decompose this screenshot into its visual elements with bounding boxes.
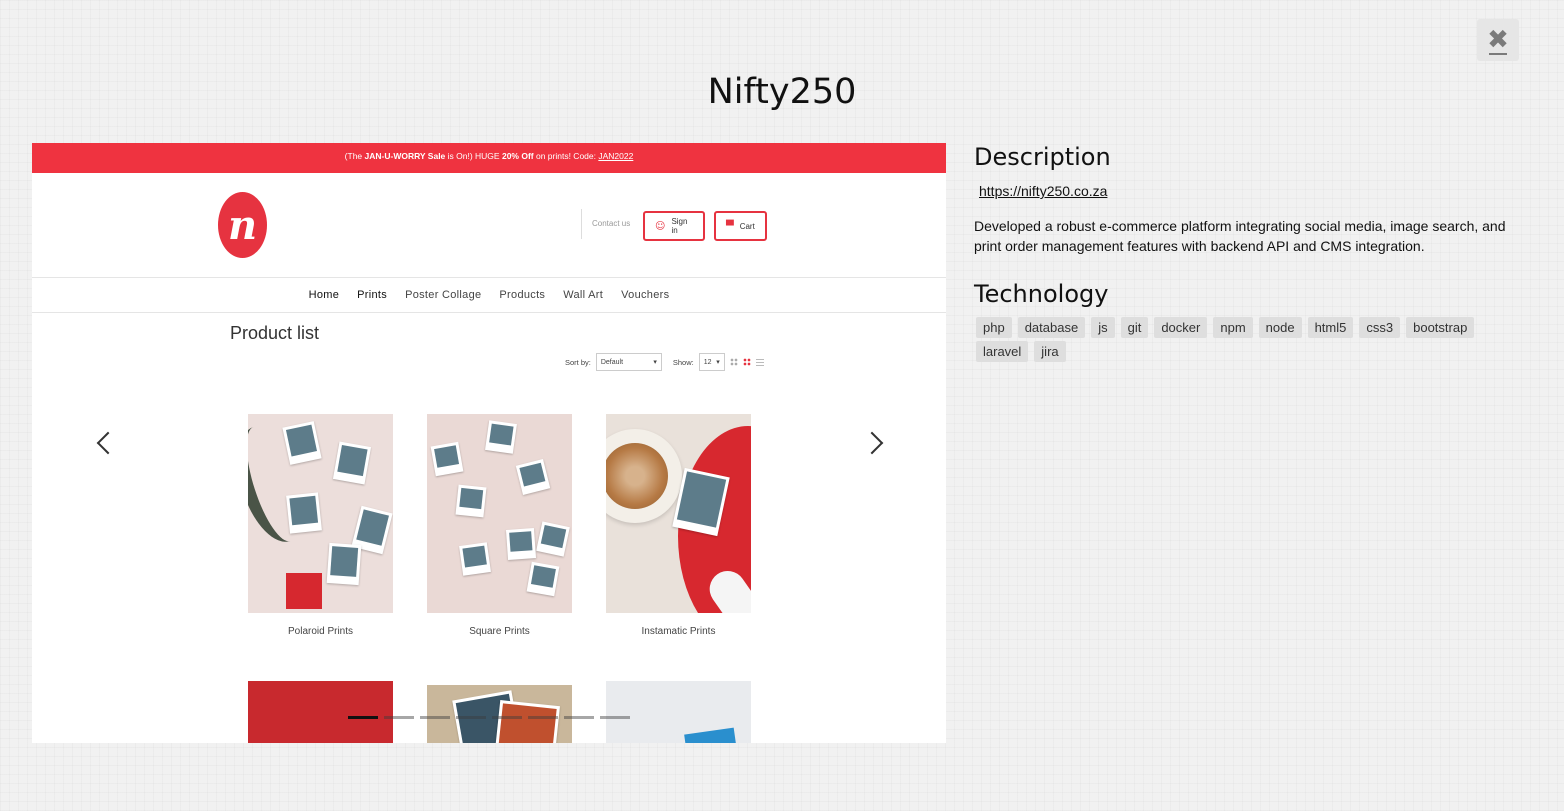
carousel-indicator[interactable] <box>384 716 414 719</box>
photo <box>332 441 372 485</box>
photo <box>282 421 322 465</box>
cart-icon: ▀ <box>726 220 734 232</box>
site-nav: Home Prints Poster Collage Products Wall… <box>32 278 946 313</box>
photo <box>326 542 362 586</box>
modal-title: Nifty250 <box>707 72 857 112</box>
photo <box>515 459 551 495</box>
tech-tag: node <box>1258 317 1302 338</box>
carousel-indicator[interactable] <box>528 716 558 719</box>
carousel-indicator[interactable] <box>348 716 378 719</box>
photo <box>455 484 487 518</box>
product-image <box>248 681 393 743</box>
carousel-prev-button[interactable] <box>92 430 116 456</box>
photo <box>459 542 491 576</box>
description-heading: Description <box>974 143 1111 171</box>
photo <box>536 521 570 557</box>
product-name: Instamatic Prints <box>641 626 716 637</box>
carousel-indicator[interactable] <box>456 716 486 719</box>
show-value: 12 <box>703 358 712 366</box>
nav-item: Vouchers <box>621 289 670 301</box>
red-box <box>286 573 322 609</box>
product-card <box>427 685 572 743</box>
project-info: Description https://nifty250.co.za Devel… <box>974 143 1534 362</box>
cart-label: Cart <box>739 221 755 231</box>
chevron-down-icon: ▾ <box>716 359 720 366</box>
product-list-heading: Product list <box>230 323 320 343</box>
product-image <box>606 414 751 613</box>
photo <box>430 441 464 477</box>
sort-label: Sort by: <box>565 357 591 367</box>
nav-item: Prints <box>357 289 388 301</box>
user-icon: ☺ <box>655 220 666 232</box>
product-card: Polaroid Prints <box>248 414 393 637</box>
tech-tag: git <box>1120 317 1149 338</box>
tech-tag: css3 <box>1359 317 1401 338</box>
carousel-indicators <box>348 716 630 719</box>
project-carousel[interactable]: (The JAN-U-WORRY Sale is On!) HUGE 20% O… <box>32 143 946 743</box>
product-card: Square Prints <box>427 414 572 637</box>
list-view-icon <box>755 358 764 366</box>
tech-tag: html5 <box>1307 317 1354 338</box>
promo-code: JAN2022 <box>598 151 634 161</box>
cart-button: ▀ Cart <box>714 211 767 241</box>
show-label: Show: <box>672 357 694 367</box>
carousel-indicator[interactable] <box>492 716 522 719</box>
close-icon: ✖ <box>1487 25 1509 55</box>
product-name: Square Prints <box>469 626 530 637</box>
product-card <box>248 681 393 743</box>
site-header: n Contact us ☺ Sign in ▀ Cart <box>32 173 946 278</box>
signin-label: Sign in <box>671 217 688 235</box>
close-button[interactable]: ✖ <box>1477 19 1519 61</box>
contact-link: Contact us <box>581 209 630 239</box>
product-image <box>427 414 572 613</box>
promo-text: on prints! Code: <box>533 151 599 161</box>
promo-discount: 20% Off <box>501 151 534 161</box>
technology-heading: Technology <box>974 280 1109 308</box>
sort-value: Default <box>600 358 624 366</box>
technology-tags: php database js git docker npm node html… <box>974 317 1494 362</box>
photo <box>485 420 517 454</box>
tech-tag: laravel <box>976 341 1029 362</box>
tech-tag: npm <box>1213 317 1253 338</box>
promo-text: is On!) HUGE <box>445 151 502 161</box>
photo <box>526 561 560 597</box>
carousel-indicator[interactable] <box>564 716 594 719</box>
promo-sale-name: JAN-U-WORRY Sale <box>364 151 446 161</box>
nav-item: Home <box>308 289 340 301</box>
carousel-indicator[interactable] <box>600 716 630 719</box>
signin-button: ☺ Sign in <box>643 211 705 241</box>
product-image <box>606 681 751 743</box>
nav-item: Products <box>499 289 546 301</box>
project-link[interactable]: https://nifty250.co.za <box>979 183 1534 199</box>
logo: n <box>218 192 267 258</box>
product-image <box>427 685 572 743</box>
dense-grid-view-icon <box>742 358 751 366</box>
product-image <box>248 414 393 613</box>
product-card: Instamatic Prints <box>606 414 751 637</box>
photo <box>494 700 560 743</box>
product-card <box>606 681 751 743</box>
tech-tag: js <box>1091 317 1115 338</box>
photo <box>505 528 537 560</box>
photo <box>286 492 322 534</box>
coffee-cup <box>606 429 682 523</box>
nav-item: Poster Collage <box>405 289 482 301</box>
grid-view-icon <box>729 358 738 366</box>
nav-item: Wall Art <box>563 289 604 301</box>
carousel-indicator[interactable] <box>420 716 450 719</box>
promo-text: (The <box>344 151 365 161</box>
tech-tag: php <box>976 317 1012 338</box>
sort-select: Default ▾ <box>595 353 662 371</box>
tech-tag: jira <box>1034 341 1066 362</box>
tech-tag: bootstrap <box>1406 317 1475 338</box>
chevron-down-icon: ▾ <box>653 359 657 366</box>
tech-tag: database <box>1017 317 1086 338</box>
show-select: 12 ▾ <box>698 353 725 371</box>
carousel-next-button[interactable] <box>864 430 888 456</box>
project-description: Developed a robust e-commerce platform i… <box>974 218 1506 254</box>
promo-banner: (The JAN-U-WORRY Sale is On!) HUGE 20% O… <box>32 143 946 173</box>
sort-bar: Sort by: Default ▾ Show: 12 ▾ <box>565 353 764 371</box>
product-name: Polaroid Prints <box>287 626 354 637</box>
tech-tag: docker <box>1154 317 1208 338</box>
